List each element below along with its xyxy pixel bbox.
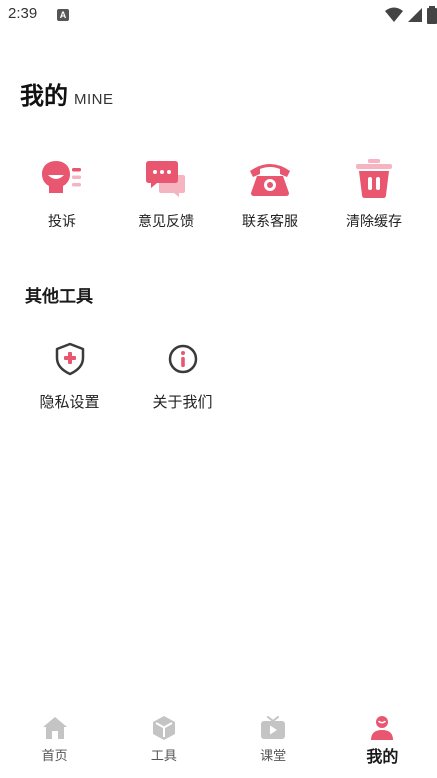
feedback-button[interactable]: 意见反馈 — [114, 155, 218, 231]
page-subtitle: MINE — [74, 91, 114, 108]
home-icon — [42, 715, 68, 741]
tab-home[interactable]: 首页 — [0, 706, 109, 778]
notification-icon: A — [57, 9, 69, 21]
page-header: 我的 MINE — [20, 76, 114, 111]
privacy-settings-label: 隐私设置 — [39, 393, 100, 411]
status-bar: 2:39 A — [0, 0, 437, 30]
page-title: 我的 — [20, 82, 68, 110]
status-time: 2:39 — [8, 5, 38, 22]
cube-icon — [151, 715, 177, 741]
battery-icon — [427, 6, 437, 24]
tab-tools[interactable]: 工具 — [109, 706, 218, 778]
about-us-label: 关于我们 — [152, 393, 213, 411]
contact-service-label: 联系客服 — [242, 214, 298, 230]
other-tools-list: 隐私设置 关于我们 — [13, 340, 239, 412]
shield-plus-icon — [51, 340, 89, 378]
info-icon — [164, 340, 202, 378]
person-icon — [369, 715, 395, 741]
action-grid: 投诉 意见反馈 联系客服 清除缓存 — [10, 155, 427, 231]
clear-cache-button[interactable]: 清除缓存 — [322, 155, 426, 231]
trash-icon — [351, 155, 397, 201]
clear-cache-label: 清除缓存 — [346, 214, 402, 230]
tab-classroom[interactable]: 课堂 — [219, 706, 328, 778]
tv-play-icon — [260, 715, 286, 741]
bottom-tab-bar: 首页 工具 课堂 我的 — [0, 706, 437, 778]
status-indicators — [385, 6, 437, 24]
about-us-button[interactable]: 关于我们 — [126, 340, 239, 412]
tab-tools-label: 工具 — [150, 749, 177, 764]
feedback-icon — [143, 155, 189, 201]
complaint-button[interactable]: 投诉 — [10, 155, 114, 231]
tab-classroom-label: 课堂 — [260, 749, 287, 764]
signal-icon — [408, 8, 422, 22]
other-tools-title: 其他工具 — [25, 287, 93, 307]
contact-service-button[interactable]: 联系客服 — [218, 155, 322, 231]
wifi-icon — [385, 7, 403, 22]
tab-home-label: 首页 — [41, 749, 68, 764]
privacy-settings-button[interactable]: 隐私设置 — [13, 340, 126, 412]
tab-mine[interactable]: 我的 — [328, 706, 437, 778]
tab-mine-label: 我的 — [366, 747, 399, 766]
complaint-icon — [39, 155, 85, 201]
phone-icon — [247, 155, 293, 201]
complaint-label: 投诉 — [48, 214, 76, 230]
feedback-label: 意见反馈 — [138, 214, 194, 230]
